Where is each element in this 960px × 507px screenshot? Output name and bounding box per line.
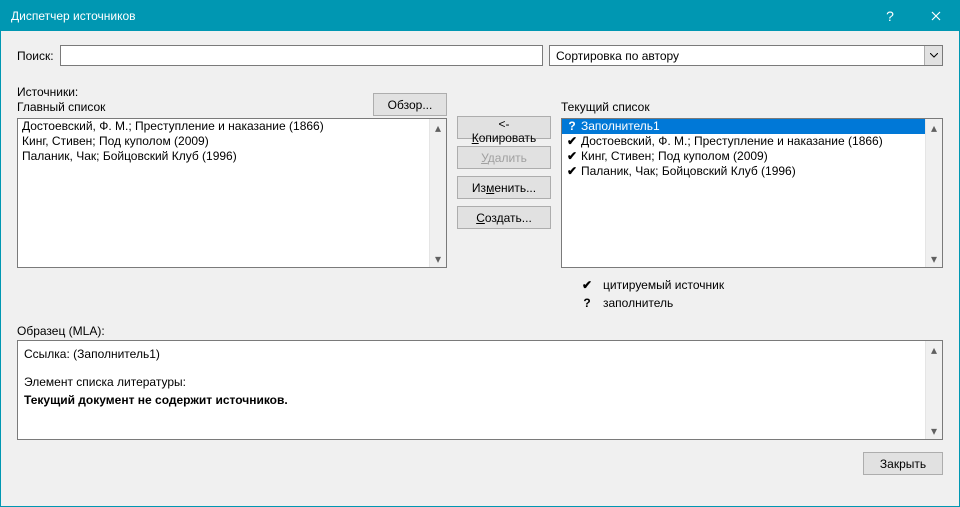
- check-icon: ✔: [566, 149, 578, 164]
- list-item[interactable]: Достоевский, Ф. М.; Преступление и наказ…: [18, 119, 429, 134]
- list-item[interactable]: ✔Кинг, Стивен; Под куполом (2009): [562, 149, 925, 164]
- scroll-down-icon[interactable]: ▾: [926, 422, 943, 439]
- sources-label: Источники:: [17, 85, 105, 101]
- help-button[interactable]: ?: [867, 1, 913, 31]
- scroll-up-icon[interactable]: ▴: [430, 119, 447, 136]
- current-list-column: Текущий список ?Заполнитель1✔Достоевский…: [561, 84, 943, 312]
- check-icon: ✔: [566, 164, 578, 179]
- search-label: Поиск:: [17, 49, 54, 63]
- window-title: Диспетчер источников: [11, 9, 136, 23]
- preview-label: Образец (MLA):: [17, 324, 943, 338]
- current-listbox[interactable]: ?Заполнитель1✔Достоевский, Ф. М.; Престу…: [561, 118, 943, 268]
- action-buttons-column: <- Копировать Удалить Изменить... Создат…: [457, 84, 551, 312]
- window-controls: ?: [867, 1, 959, 31]
- preview-biblio-text: Текущий документ не содержит источников.: [24, 391, 919, 409]
- preview-biblio-label: Элемент списка литературы:: [24, 373, 919, 391]
- close-button[interactable]: [913, 1, 959, 31]
- scrollbar[interactable]: ▴ ▾: [925, 119, 942, 267]
- question-icon: ?: [581, 294, 593, 312]
- sort-combo[interactable]: Сортировка по автору: [549, 45, 943, 66]
- master-list-column: Источники: Главный список Обзор... Досто…: [17, 84, 447, 312]
- search-input[interactable]: [60, 45, 543, 66]
- list-item[interactable]: Паланик, Чак; Бойцовский Клуб (1996): [18, 149, 429, 164]
- list-item[interactable]: ✔Достоевский, Ф. М.; Преступление и нака…: [562, 134, 925, 149]
- lists-row: Источники: Главный список Обзор... Досто…: [17, 84, 943, 312]
- search-sort-row: Поиск: Сортировка по автору: [17, 45, 943, 66]
- edit-button[interactable]: Изменить...: [457, 176, 551, 199]
- legend-placeholder: заполнитель: [603, 294, 673, 312]
- list-item[interactable]: ✔Паланик, Чак; Бойцовский Клуб (1996): [562, 164, 925, 179]
- dialog-body: Поиск: Сортировка по автору Источники: Г…: [1, 31, 959, 506]
- scrollbar[interactable]: ▴ ▾: [925, 341, 942, 439]
- delete-button: Удалить: [457, 146, 551, 169]
- source-manager-dialog: Диспетчер источников ? Поиск: Сортировка…: [0, 0, 960, 507]
- preview-citation: Ссылка: (Заполнитель1): [24, 345, 919, 363]
- legend-cited: цитируемый источник: [603, 276, 724, 294]
- legend: ✔ цитируемый источник ? заполнитель: [561, 276, 943, 312]
- copy-button[interactable]: <- Копировать: [457, 116, 551, 139]
- preview-box: Ссылка: (Заполнитель1) Элемент списка ли…: [17, 340, 943, 440]
- sort-value: Сортировка по автору: [556, 49, 679, 63]
- scroll-up-icon[interactable]: ▴: [926, 119, 943, 136]
- question-icon: ?: [566, 119, 578, 134]
- check-icon: ✔: [581, 276, 593, 294]
- chevron-down-icon: [924, 46, 942, 65]
- close-icon: [931, 11, 941, 21]
- footer: Закрыть: [17, 440, 943, 475]
- list-item[interactable]: ?Заполнитель1: [562, 119, 925, 134]
- close-dialog-button[interactable]: Закрыть: [863, 452, 943, 475]
- scroll-up-icon[interactable]: ▴: [926, 341, 943, 358]
- titlebar: Диспетчер источников ?: [1, 1, 959, 31]
- scroll-down-icon[interactable]: ▾: [430, 250, 447, 267]
- current-list-label: Текущий список: [561, 100, 650, 116]
- list-item[interactable]: Кинг, Стивен; Под куполом (2009): [18, 134, 429, 149]
- browse-button[interactable]: Обзор...: [373, 93, 447, 116]
- scroll-down-icon[interactable]: ▾: [926, 250, 943, 267]
- create-button[interactable]: Создать...: [457, 206, 551, 229]
- check-icon: ✔: [566, 134, 578, 149]
- master-listbox[interactable]: Достоевский, Ф. М.; Преступление и наказ…: [17, 118, 447, 268]
- current-list-header: Текущий список: [561, 84, 943, 116]
- master-list-label: Главный список: [17, 100, 105, 116]
- scrollbar[interactable]: ▴ ▾: [429, 119, 446, 267]
- master-list-header: Источники: Главный список Обзор...: [17, 84, 447, 116]
